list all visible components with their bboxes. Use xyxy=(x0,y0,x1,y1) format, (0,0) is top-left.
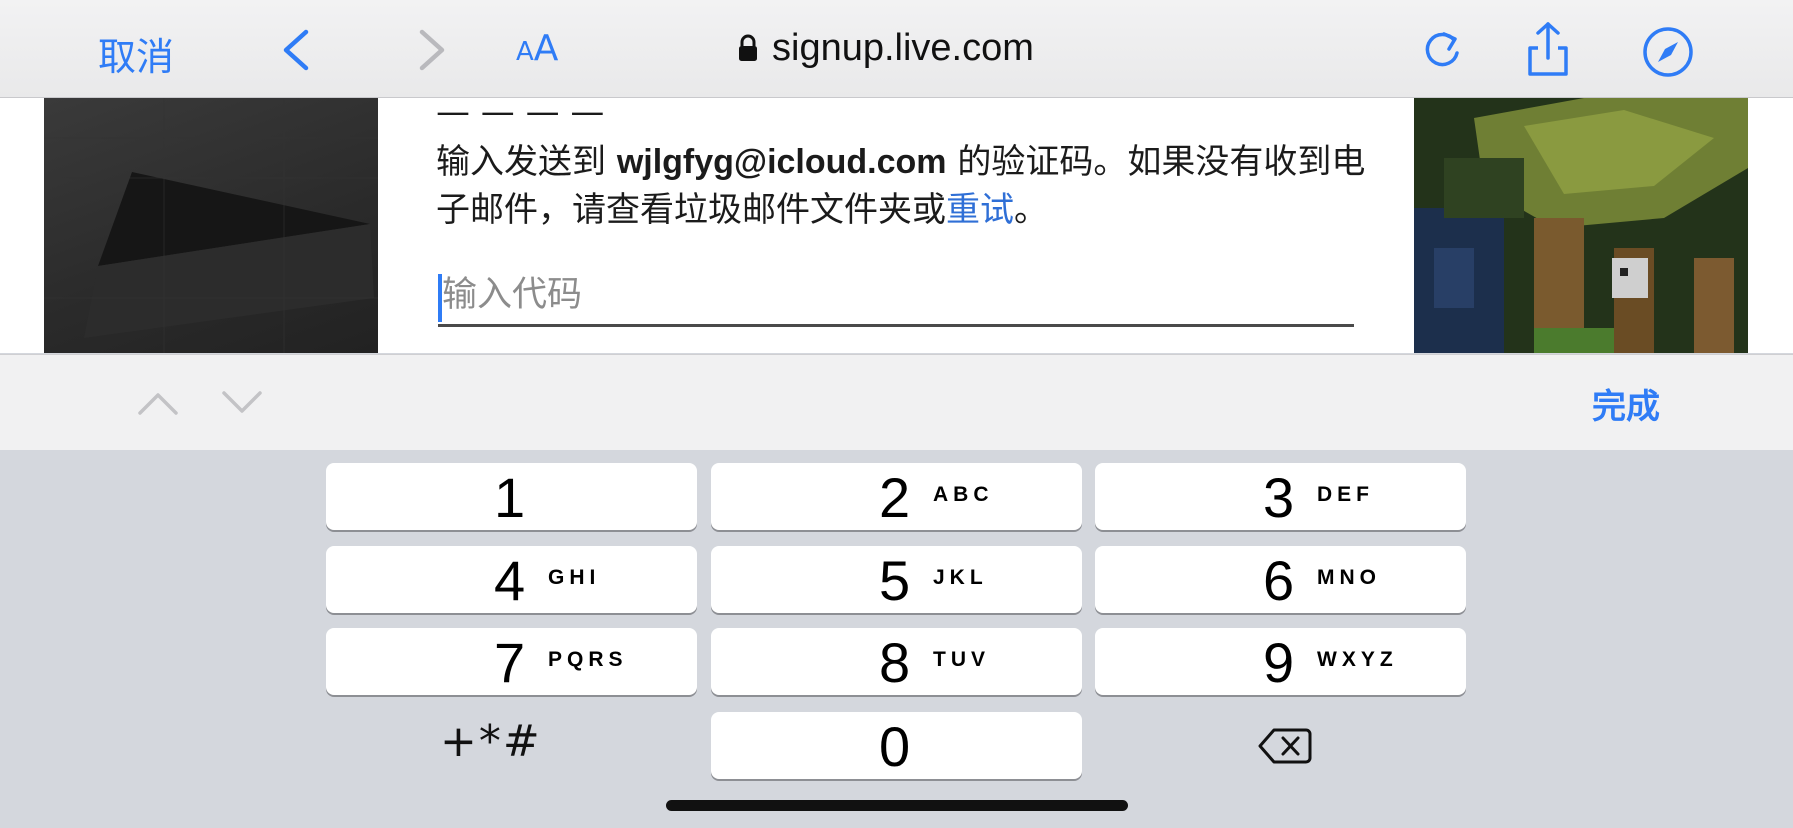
backspace-icon[interactable] xyxy=(1258,726,1312,766)
key-6[interactable]: 6 MNO xyxy=(1095,546,1466,613)
key-8[interactable]: 8 TUV xyxy=(711,628,1082,695)
background-artwork-left xyxy=(44,98,378,353)
key-2[interactable]: 2 ABC xyxy=(711,463,1082,530)
chevron-right-icon[interactable] xyxy=(416,28,450,72)
key-digit: 6 xyxy=(1263,549,1295,612)
share-icon[interactable] xyxy=(1524,20,1572,78)
message-text-end: 。 xyxy=(1014,190,1048,230)
address-bar[interactable]: signup.live.com xyxy=(738,26,1034,70)
key-0[interactable]: 0 xyxy=(711,712,1082,779)
key-letters: TUV xyxy=(933,648,990,671)
url-text: signup.live.com xyxy=(772,26,1034,69)
key-letters: GHI xyxy=(548,566,601,589)
code-input-container xyxy=(438,266,1354,327)
text-size-large-a: A xyxy=(533,28,559,69)
key-digit: 8 xyxy=(879,631,911,694)
email-address: wjlgfyg@icloud.com xyxy=(616,143,947,181)
key-digit: 5 xyxy=(879,549,911,612)
key-3[interactable]: 3 DEF xyxy=(1095,463,1466,530)
key-1[interactable]: 1 xyxy=(326,463,697,530)
message-text-start: 输入发送到 xyxy=(436,142,617,182)
key-digit: 2 xyxy=(879,466,911,529)
key-digit: 0 xyxy=(879,715,911,778)
key-digit: 9 xyxy=(1263,631,1295,694)
key-letters: JKL xyxy=(933,566,988,589)
text-size-small-a: A xyxy=(516,37,534,67)
chevron-down-icon[interactable] xyxy=(220,385,264,419)
lock-icon xyxy=(739,34,757,61)
browser-toolbar: 取消 AA signup.live.com xyxy=(0,0,1793,98)
web-page: — — — — 输入发送到 wjlgfyg@icloud.com 的验证码。如果… xyxy=(0,98,1793,353)
key-digit: 7 xyxy=(494,631,526,694)
home-indicator xyxy=(666,800,1128,811)
key-digit: 3 xyxy=(1263,466,1295,529)
key-letters: DEF xyxy=(1317,483,1374,506)
compass-icon[interactable] xyxy=(1642,26,1694,78)
key-7[interactable]: 7 PQRS xyxy=(326,628,697,695)
verification-code-input[interactable] xyxy=(442,270,1342,320)
key-letters: PQRS xyxy=(548,648,628,671)
reload-icon[interactable] xyxy=(1418,26,1466,74)
chevron-up-icon[interactable] xyxy=(136,385,180,419)
background-artwork-right xyxy=(1414,98,1748,353)
key-letters: MNO xyxy=(1317,566,1381,589)
key-4[interactable]: 4 GHI xyxy=(326,546,697,613)
key-letters: ABC xyxy=(933,483,994,506)
text-size-button[interactable]: AA xyxy=(516,28,558,69)
verification-instructions: 输入发送到 wjlgfyg@icloud.com 的验证码。如果没有收到电子邮件… xyxy=(436,138,1366,234)
numeric-keypad: 1 2 ABC 3 DEF 4 GHI 5 JKL 6 MNO 7 PQRS 8… xyxy=(0,450,1793,828)
clipped-heading: — — — — xyxy=(436,98,605,132)
key-letters: WXYZ xyxy=(1317,648,1398,671)
chevron-left-icon[interactable] xyxy=(278,28,312,72)
key-digit: 4 xyxy=(494,549,526,612)
key-digit: 1 xyxy=(494,466,526,529)
symbols-key[interactable]: +*# xyxy=(440,716,542,767)
retry-link[interactable]: 重试 xyxy=(946,190,1014,230)
keyboard-accessory-bar: 完成 xyxy=(0,354,1793,451)
done-button[interactable]: 完成 xyxy=(1592,379,1660,428)
cancel-button[interactable]: 取消 xyxy=(98,26,174,81)
key-9[interactable]: 9 WXYZ xyxy=(1095,628,1466,695)
key-5[interactable]: 5 JKL xyxy=(711,546,1082,613)
